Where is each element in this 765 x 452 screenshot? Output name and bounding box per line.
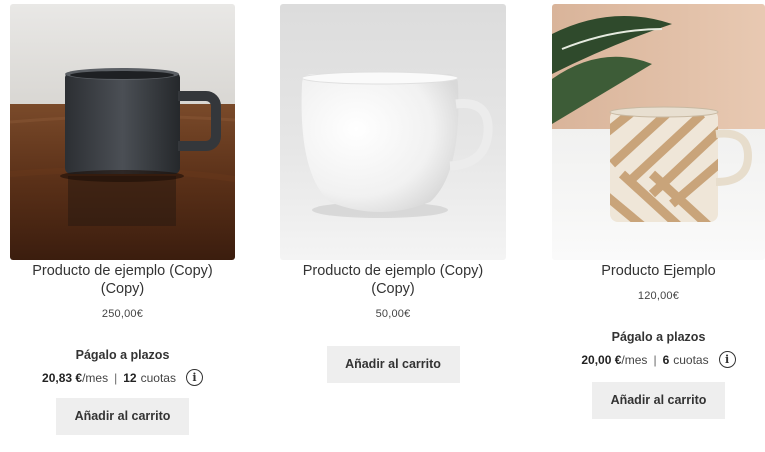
installment-amount: 20,00 € xyxy=(581,352,622,367)
separator: | xyxy=(114,370,118,385)
separator: | xyxy=(653,352,657,367)
installments-title: Págalo a plazos xyxy=(75,348,170,362)
installments-block: Págalo a plazos 20,00 €/mes | 6 cuotas i xyxy=(552,330,765,368)
installments-line: 20,00 €/mes | 6 cuotas i xyxy=(552,351,765,368)
info-icon[interactable]: i xyxy=(185,369,203,386)
add-to-cart-button[interactable]: Añadir al carrito xyxy=(56,398,189,435)
installment-count-label: cuotas xyxy=(673,352,709,367)
product-title[interactable]: Producto Ejemplo xyxy=(552,262,765,280)
product-card: Producto de ejemplo (Copy) (Copy) 50,00€… xyxy=(280,0,506,383)
installment-count: 12 xyxy=(123,370,137,385)
product-image[interactable] xyxy=(10,4,235,260)
product-title[interactable]: Producto de ejemplo (Copy) (Copy) xyxy=(280,262,506,298)
installment-unit: /mes xyxy=(82,370,109,385)
product-price: 120,00€ xyxy=(637,290,680,302)
installment-count: 6 xyxy=(662,352,670,367)
add-to-cart-button[interactable]: Añadir al carrito xyxy=(326,346,460,383)
installment-unit: /mes xyxy=(621,352,648,367)
white-mug-image xyxy=(280,4,506,260)
installments-title: Págalo a plazos xyxy=(611,330,706,344)
dark-mug-image xyxy=(10,4,235,260)
installments-block: Págalo a plazos 20,83 €/mes | 12 cuotas … xyxy=(10,348,235,386)
add-to-cart-button[interactable]: Añadir al carrito xyxy=(592,382,725,419)
installment-amount: 20,83 € xyxy=(42,370,83,385)
product-price: 50,00€ xyxy=(375,308,411,320)
info-icon[interactable]: i xyxy=(718,351,736,368)
striped-mug-image xyxy=(552,4,765,260)
installments-line: 20,83 €/mes | 12 cuotas i xyxy=(10,369,235,386)
product-image[interactable] xyxy=(552,4,765,260)
product-card: Producto de ejemplo (Copy) (Copy) 250,00… xyxy=(10,0,235,435)
product-image[interactable] xyxy=(280,4,506,260)
product-card: Producto Ejemplo 120,00€ Págalo a plazos… xyxy=(552,0,765,419)
product-title[interactable]: Producto de ejemplo (Copy) (Copy) xyxy=(10,262,235,298)
installment-count-label: cuotas xyxy=(140,370,176,385)
product-price: 250,00€ xyxy=(101,308,144,320)
